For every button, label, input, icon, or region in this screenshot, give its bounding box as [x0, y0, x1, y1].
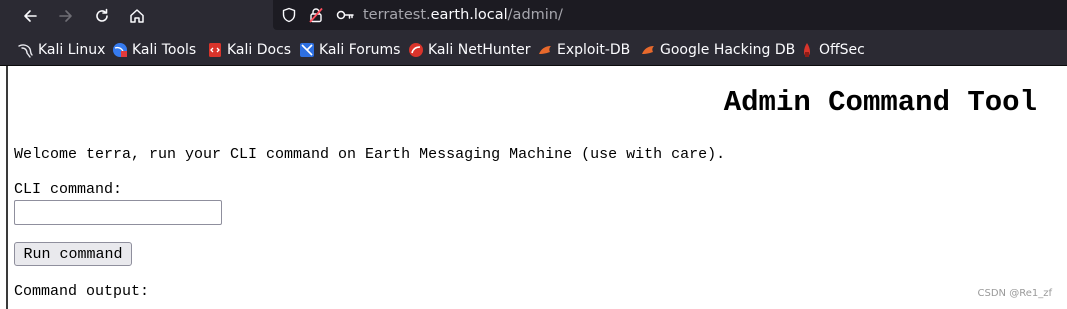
- bookmark-label: Exploit-DB: [557, 42, 631, 58]
- bookmark-kali-forums[interactable]: Kali Forums: [299, 39, 400, 61]
- arrow-right-icon: [59, 10, 72, 22]
- page-title: Admin Command Tool: [723, 86, 1037, 119]
- exploit-db-icon: [539, 46, 551, 54]
- nethunter-icon: [409, 43, 423, 57]
- arrow-left-icon: [24, 10, 37, 22]
- shield-icon[interactable]: [281, 7, 297, 23]
- bookmark-label: Kali Tools: [132, 42, 197, 58]
- url-subdomain: terratest.: [363, 7, 431, 23]
- kali-forums-icon: [300, 43, 314, 57]
- insecure-lock-icon[interactable]: [308, 7, 324, 23]
- bookmark-offsec[interactable]: OffSec: [799, 39, 865, 61]
- bookmark-google-hacking-db[interactable]: Google Hacking DB: [640, 39, 795, 61]
- url-path: /admin/: [507, 7, 563, 23]
- ghdb-icon: [642, 46, 654, 54]
- kali-docs-icon: [209, 43, 221, 57]
- reload-button[interactable]: [89, 4, 115, 28]
- browser-toolbar: terratest.earth.local/admin/: [0, 0, 1067, 33]
- bookmark-kali-docs[interactable]: Kali Docs: [207, 39, 291, 61]
- bookmark-label: Kali Docs: [227, 42, 292, 58]
- url-text[interactable]: terratest.earth.local/admin/: [363, 5, 563, 25]
- bookmark-label: Kali NetHunter: [428, 42, 531, 58]
- run-command-button[interactable]: Run command: [14, 242, 132, 266]
- cli-command-input[interactable]: [14, 200, 222, 225]
- bookmark-label: Kali Linux: [38, 42, 106, 58]
- bookmark-label: Kali Forums: [319, 42, 401, 58]
- bookmark-exploit-db[interactable]: Exploit-DB: [537, 39, 630, 61]
- home-icon: [130, 9, 144, 23]
- watermark: CSDN @Re1_zf: [977, 288, 1052, 299]
- offsec-icon: [804, 43, 810, 57]
- home-button[interactable]: [124, 4, 150, 28]
- back-button[interactable]: [17, 4, 43, 28]
- welcome-text: Welcome terra, run your CLI command on E…: [14, 146, 726, 163]
- reload-icon: [96, 8, 108, 22]
- forward-button[interactable]: [53, 4, 79, 28]
- bookmark-kali-tools[interactable]: Kali Tools: [112, 39, 196, 61]
- bookmark-kali-nethunter[interactable]: Kali NetHunter: [408, 39, 530, 61]
- bookmark-label: Google Hacking DB: [660, 42, 796, 58]
- bookmarks-toolbar: Kali Linux Kali Tools Kali Docs Kali For…: [0, 33, 1067, 66]
- bookmark-kali-linux[interactable]: Kali Linux: [18, 39, 105, 61]
- kali-tools-icon: [113, 43, 127, 57]
- command-output-label: Command output:: [14, 283, 150, 300]
- url-host: earth.local: [430, 7, 508, 23]
- key-icon[interactable]: [336, 7, 354, 23]
- cli-command-label: CLI command:: [14, 181, 123, 198]
- kali-dragon-icon: [18, 44, 33, 58]
- page-content: Admin Command Tool Welcome terra, run yo…: [6, 66, 1067, 309]
- bookmark-label: OffSec: [819, 42, 865, 58]
